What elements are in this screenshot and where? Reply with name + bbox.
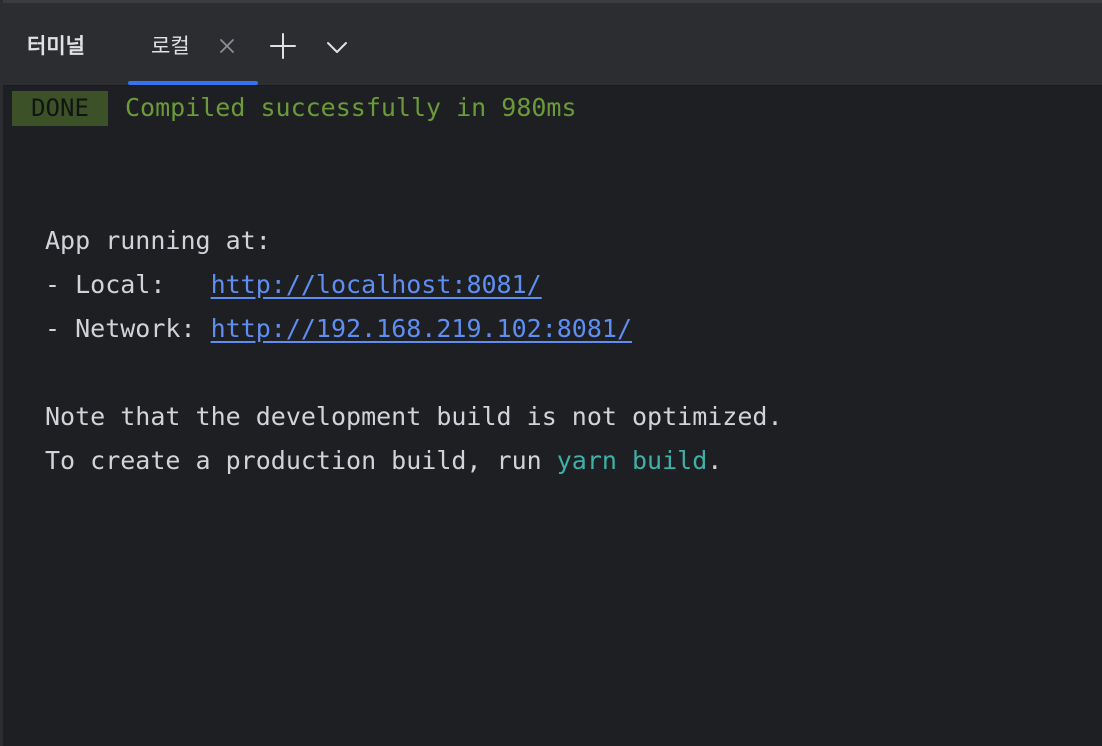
terminal-output[interactable]: DONE Compiled successfully in 980ms App … [3, 86, 1102, 746]
terminal-tool-window: 터미널 로컬 DONE Compiled successfully in 980… [0, 0, 1102, 746]
local-label: - Local: [45, 270, 211, 299]
note-line: Note that the development build is not o… [45, 402, 783, 431]
yarn-build-command: yarn build [556, 446, 708, 475]
tab-local[interactable]: 로컬 [128, 3, 258, 85]
create-suffix: . [707, 446, 723, 475]
create-build-line: To create a production build, run yarn b… [45, 446, 722, 476]
tab-local-label: 로컬 [151, 34, 190, 58]
done-badge: DONE [12, 91, 108, 126]
local-url-link[interactable]: http://localhost:8081/ [211, 270, 542, 299]
chevron-down-icon[interactable] [323, 33, 351, 61]
plus-icon[interactable] [268, 31, 298, 61]
local-url-line: - Local: http://localhost:8081/ [45, 270, 542, 300]
tool-window-title: 터미널 [27, 34, 85, 58]
close-icon[interactable] [217, 36, 237, 56]
terminal-tab-bar: 터미널 로컬 [3, 0, 1102, 86]
app-running-line: App running at: [45, 226, 271, 255]
network-url-line: - Network: http://192.168.219.102:8081/ [45, 314, 632, 344]
network-label: - Network: [45, 314, 211, 343]
network-url-link[interactable]: http://192.168.219.102:8081/ [211, 314, 632, 343]
create-prefix: To create a production build, run [45, 446, 557, 475]
active-tab-indicator [128, 81, 258, 85]
compiled-message: Compiled successfully in 980ms [125, 93, 577, 122]
